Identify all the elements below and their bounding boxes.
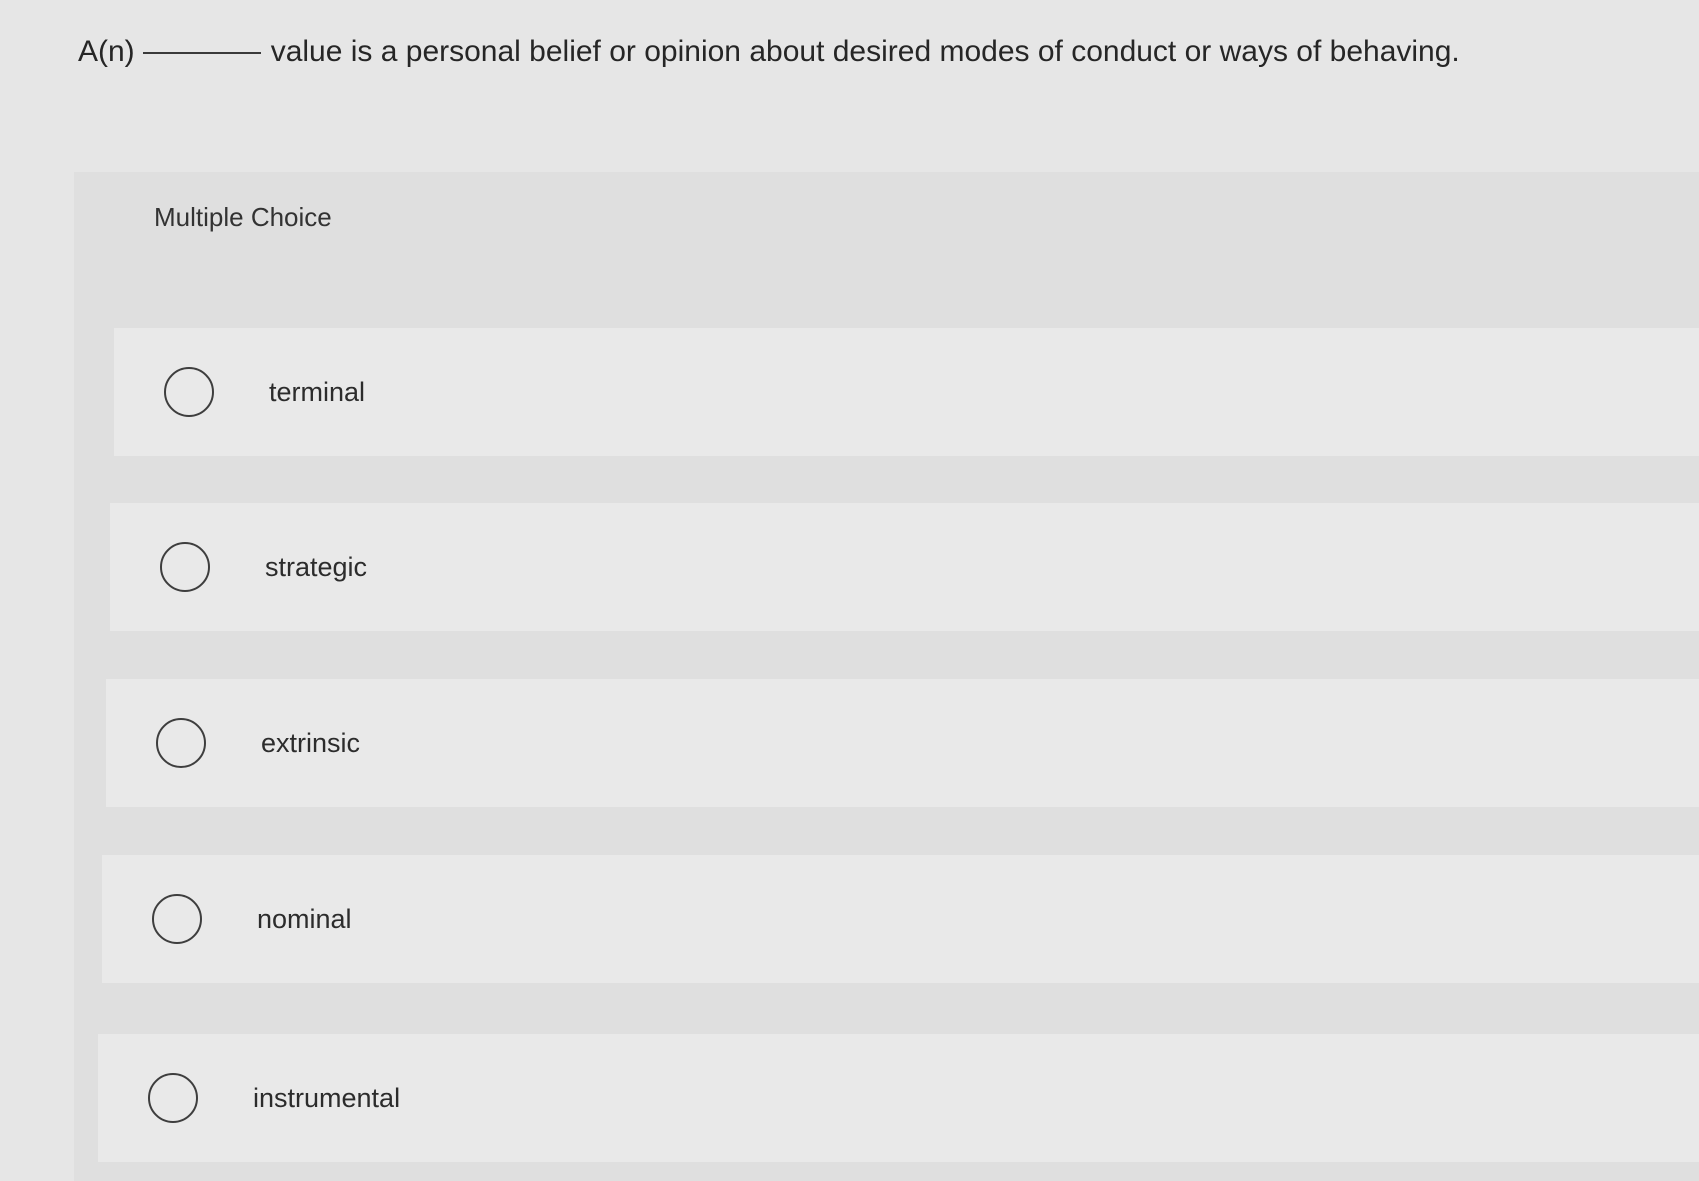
- question-prefix: A(n): [78, 35, 135, 68]
- option-label: instrumental: [253, 1082, 401, 1113]
- radio-circle-icon[interactable]: [164, 367, 214, 417]
- radio-circle-icon[interactable]: [160, 542, 210, 592]
- answer-blank: [142, 52, 261, 54]
- option-extrinsic[interactable]: extrinsic: [106, 679, 1699, 807]
- option-label: extrinsic: [261, 727, 361, 758]
- option-nominal[interactable]: nominal: [102, 855, 1699, 983]
- option-label: terminal: [269, 376, 366, 407]
- option-terminal[interactable]: terminal: [114, 328, 1699, 456]
- multiple-choice-label: Multiple Choice: [154, 202, 332, 232]
- option-label: nominal: [257, 903, 352, 934]
- option-strategic[interactable]: strategic: [110, 503, 1699, 631]
- option-label: strategic: [265, 551, 368, 582]
- question-suffix: value is a personal belief or opinion ab…: [270, 35, 1460, 68]
- question-text: A(n) value is a personal belief or opinio…: [78, 28, 1460, 76]
- option-instrumental[interactable]: instrumental: [98, 1034, 1699, 1162]
- radio-circle-icon[interactable]: [156, 718, 206, 768]
- radio-circle-icon[interactable]: [152, 894, 202, 944]
- multiple-choice-panel: Multiple Choice terminal strategic extri…: [74, 172, 1699, 1181]
- radio-circle-icon[interactable]: [148, 1073, 198, 1123]
